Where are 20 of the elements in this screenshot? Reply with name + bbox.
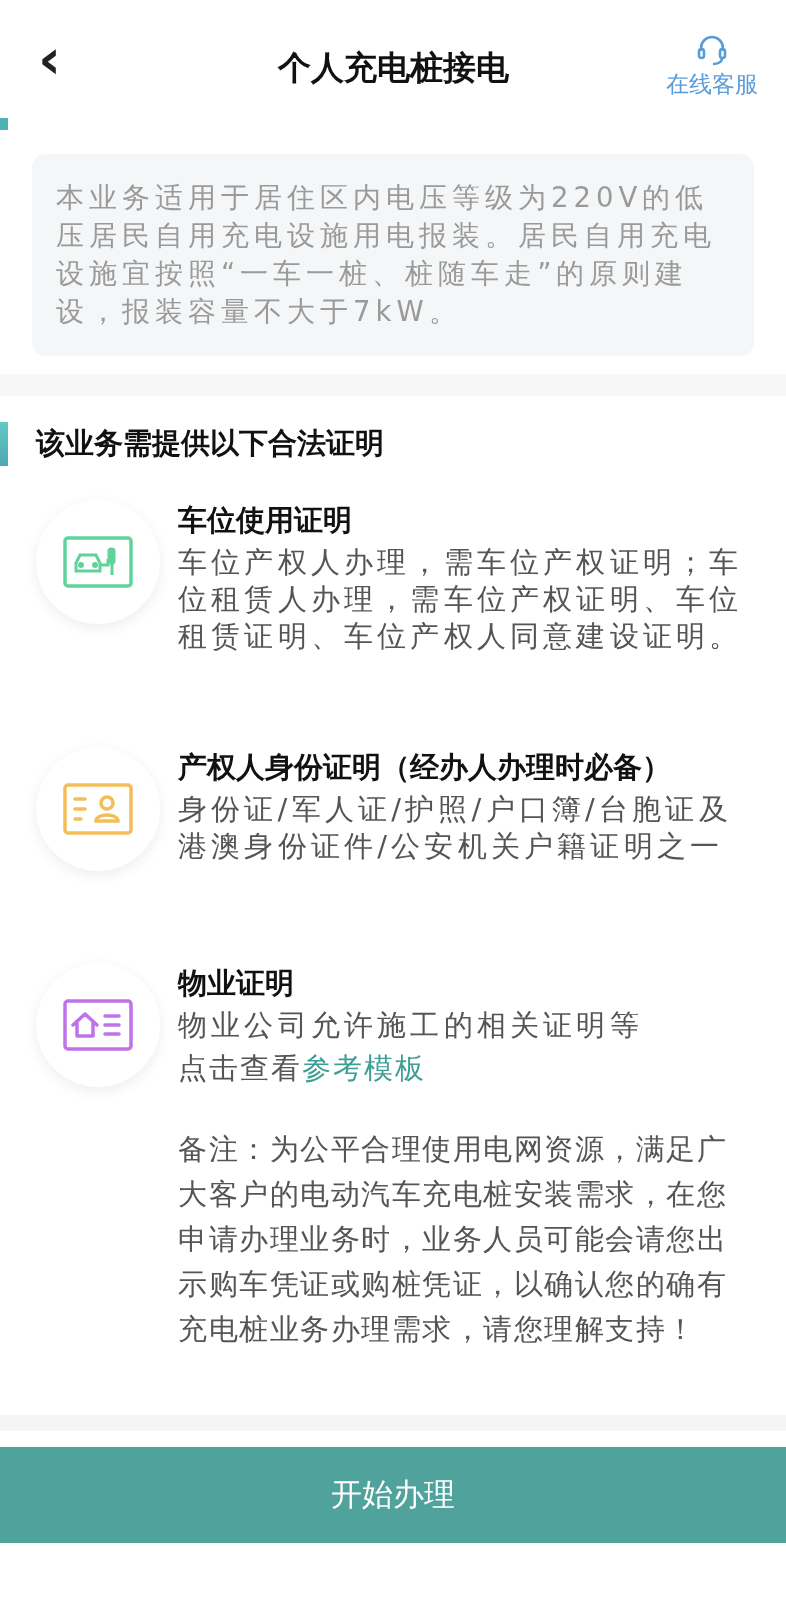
car-charger-icon [62, 535, 134, 589]
item-description: 车位产权人办理，需车位产权证明；车位租赁人办理，需车位产权证明、车位租赁证明、车位产权人同意建设证明。 [178, 544, 744, 655]
item-title: 车位使用证明 [178, 502, 353, 538]
hint-text: 点击查看 [178, 1050, 302, 1087]
house-card-icon [62, 998, 134, 1052]
item-title: 物业证明 [178, 965, 295, 1001]
item-description: 身份证/军人证/护照/户口簿/台胞证及港澳身份证件/公安机关户籍证明之一 [178, 791, 733, 865]
template-link[interactable]: 参考模板 [302, 1050, 426, 1087]
section-marker [0, 118, 8, 130]
item-description: 物业公司允许施工的相关证明等 [178, 1007, 644, 1044]
intro-text: 本业务适用于居住区内电压等级为220V的低压居民自用充电设施用电报装。居民自用充电设施宜按照“一车一桩、桩随车走”的原则建设，报装容量不大于7kW。 [32, 154, 754, 356]
back-button[interactable]: ‹ [28, 31, 72, 87]
section-marker [0, 422, 8, 466]
item-title: 产权人身份证明（经办人办理时必备） [178, 749, 672, 785]
start-button[interactable]: 开始办理 [0, 1447, 786, 1543]
id-card-icon [62, 782, 134, 836]
section-title: 该业务需提供以下合法证明 [36, 425, 384, 462]
note-text: 备注：为公平合理使用电网资源，满足广大客户的电动汽车充电桩安装需求，在您申请办理业务时，业务人员可能会请您出示购车凭证或购桩凭证，以确认您的确有充电桩业务办理需求，请您理解支持！ [178, 1131, 728, 1348]
customer-service-button[interactable]: 在线客服 [666, 32, 758, 100]
page-title: 个人充电桩接电 [277, 47, 509, 89]
